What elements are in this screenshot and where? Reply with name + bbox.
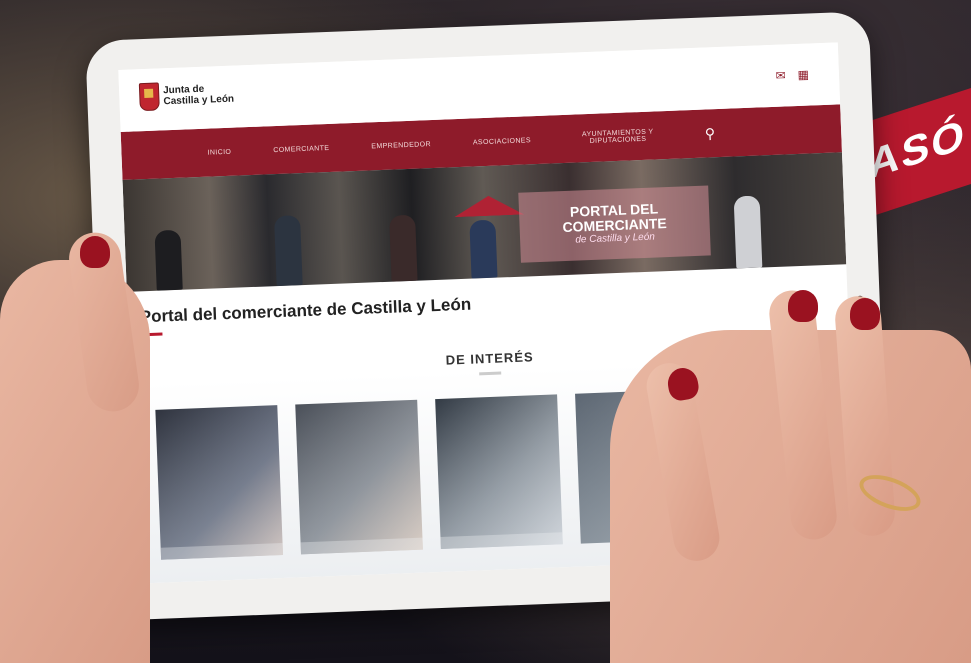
card-tablet-shopping[interactable] xyxy=(155,405,284,560)
logo-line2: Castilla y León xyxy=(163,93,235,108)
mail-icon[interactable]: ✉ xyxy=(775,68,786,82)
red-nail xyxy=(850,298,880,330)
nav-comerciante[interactable]: COMERCIANTE xyxy=(273,144,329,153)
header-icons: ✉ ▦ xyxy=(775,68,809,83)
nav-ayuntamientos[interactable]: AYUNTAMIENTOS Y DIPUTACIONES xyxy=(573,128,663,145)
card-label-strip xyxy=(300,537,423,555)
card-label-strip xyxy=(440,532,563,549)
section-underline xyxy=(479,371,502,376)
red-nail xyxy=(788,290,818,322)
card-signing-document[interactable] xyxy=(435,394,563,549)
card-woman-store[interactable] xyxy=(295,399,423,555)
nav-asociaciones[interactable]: ASOCIACIONES xyxy=(473,137,531,146)
pedestrian-figure xyxy=(469,219,498,279)
nav-inicio[interactable]: INICIO xyxy=(207,148,231,156)
nav-emprendedor[interactable]: EMPRENDEDOR xyxy=(371,141,431,150)
pedestrian-figure xyxy=(154,229,183,291)
pedestrian-figure xyxy=(274,215,303,287)
card-label-strip xyxy=(160,543,284,560)
pedestrian-figure xyxy=(389,214,418,282)
coat-of-arms-icon xyxy=(138,82,160,112)
pedestrian-figure xyxy=(733,195,763,269)
hero-caption: PORTAL DEL COMERCIANTE de Castilla y Leó… xyxy=(518,185,711,263)
search-icon[interactable]: ⚲ xyxy=(705,125,716,142)
grid-icon[interactable]: ▦ xyxy=(797,68,809,82)
market-tent xyxy=(453,195,524,218)
red-nail xyxy=(80,236,110,268)
junta-logo[interactable]: Junta de Castilla y León xyxy=(138,80,235,112)
banner-text: ASÓ xyxy=(869,109,967,189)
